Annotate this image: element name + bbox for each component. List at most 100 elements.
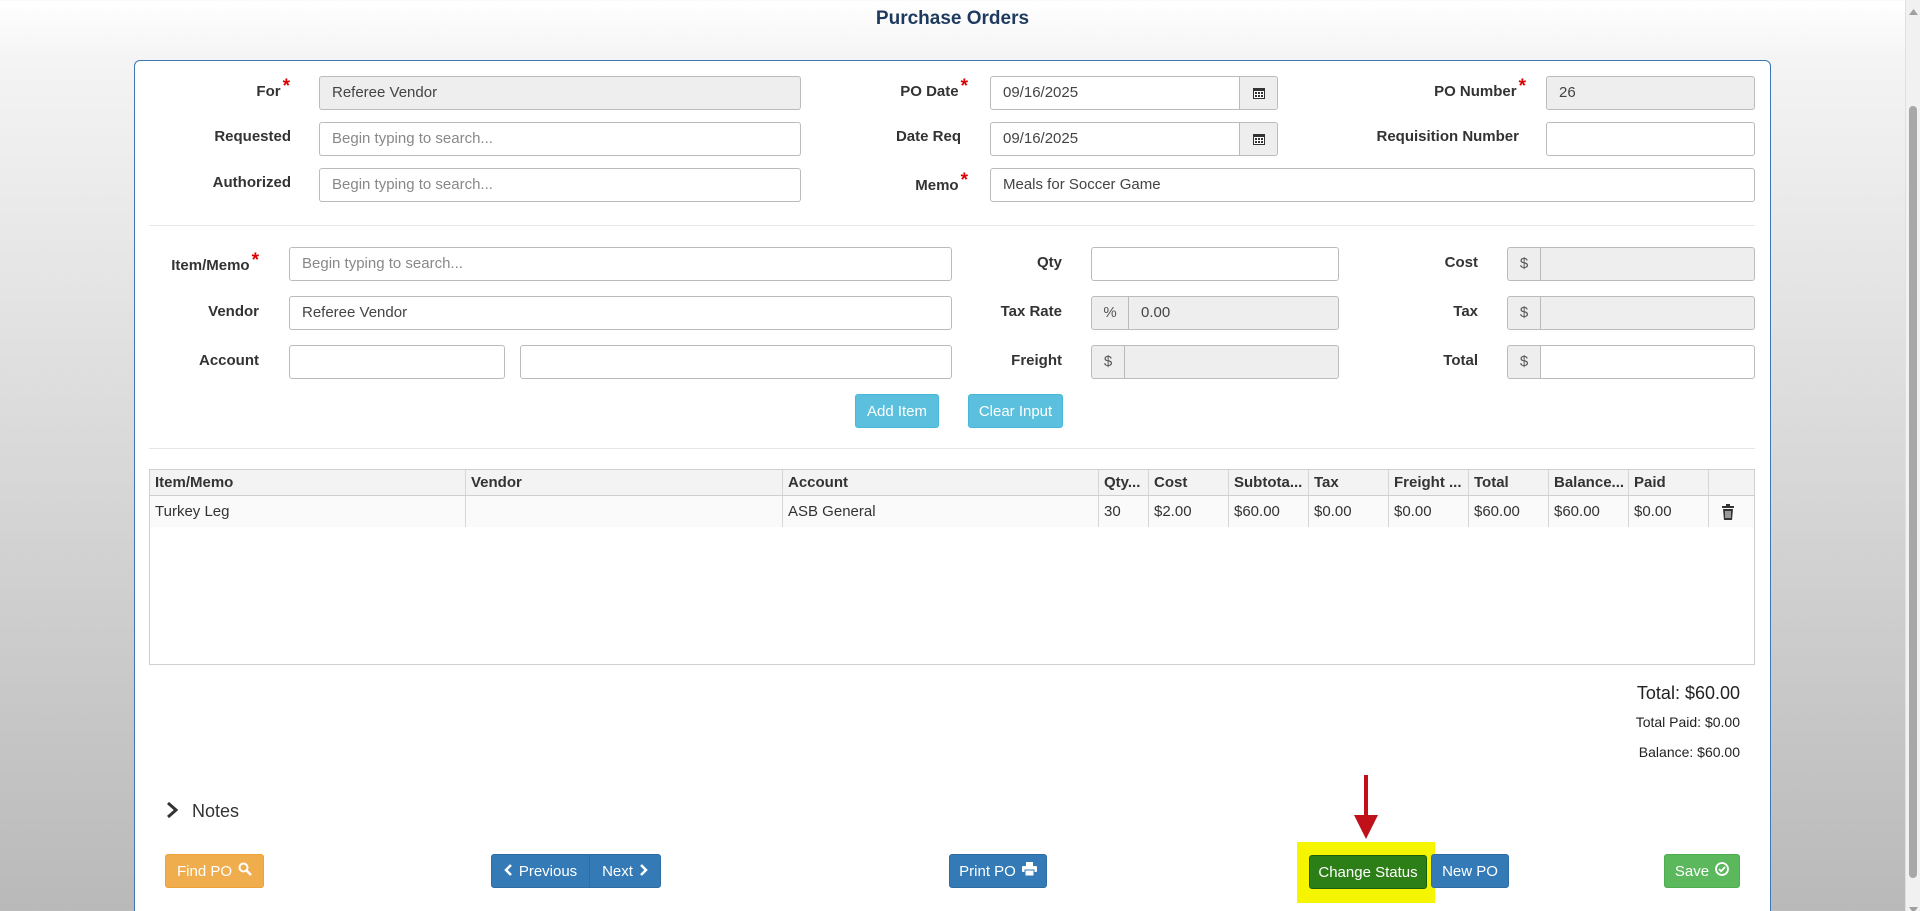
next-label: Next (602, 862, 633, 880)
print-po-button[interactable]: Print PO (949, 854, 1047, 888)
po-date-label: PO Date * (900, 76, 968, 100)
grid-header: Item/Memo Vendor Account Qty... Cost Sub… (150, 470, 1754, 496)
tax-input[interactable] (1540, 296, 1755, 330)
vertical-scrollbar[interactable] (1905, 0, 1920, 911)
requested-input[interactable]: Begin typing to search... (319, 122, 801, 156)
save-label: Save (1674, 862, 1710, 880)
scrollbar-thumb[interactable] (1909, 106, 1917, 878)
row-balance: $60.00 (1549, 496, 1629, 527)
required-star: * (251, 250, 259, 271)
items-grid: Item/Memo Vendor Account Qty... Cost Sub… (149, 469, 1755, 665)
item-memo-input[interactable]: Begin typing to search... (289, 247, 952, 281)
authorized-input[interactable]: Begin typing to search... (319, 168, 801, 202)
print-po-label: Print PO (959, 862, 1016, 880)
memo-input[interactable]: Meals for Soccer Game (990, 168, 1755, 202)
column-header[interactable]: Vendor (466, 470, 783, 495)
change-status-button[interactable]: Change Status (1309, 855, 1427, 889)
summary-balance: Balance: $60.00 (1638, 744, 1740, 760)
chevron-left-icon (504, 863, 513, 880)
dollar-addon: $ (1507, 247, 1541, 281)
for-field[interactable]: Referee Vendor (319, 76, 801, 110)
search-icon (238, 862, 252, 880)
page-title: Purchase Orders (875, 8, 1030, 29)
summary-total-paid: Total Paid: $0.00 (1635, 714, 1740, 730)
totals-summary: Total: $60.00 Total Paid: $0.00 Balance:… (1500, 680, 1740, 760)
column-header[interactable]: Freight ... (1389, 470, 1469, 495)
total-label: Total (1443, 352, 1478, 369)
row-total: $60.00 (1469, 496, 1549, 527)
requisition-number-input[interactable] (1546, 122, 1755, 156)
calendar-icon[interactable] (1239, 122, 1278, 156)
scroll-up-icon[interactable] (1909, 2, 1918, 19)
required-star: * (1518, 76, 1526, 97)
column-header (1709, 470, 1755, 495)
row-subtotal: $60.00 (1229, 496, 1309, 527)
find-po-label: Find PO (176, 862, 233, 880)
check-circle-icon (1715, 862, 1729, 880)
calendar-icon[interactable] (1239, 76, 1278, 110)
tax-rate-input[interactable]: 0.00 (1128, 296, 1339, 330)
notes-toggle[interactable]: Notes (166, 801, 239, 822)
new-po-button[interactable]: New PO (1431, 854, 1509, 888)
required-star: * (960, 76, 968, 97)
chevron-right-icon (639, 863, 648, 880)
row-cost: $2.00 (1149, 496, 1229, 527)
for-label: For * (256, 76, 290, 100)
percent-addon: % (1091, 296, 1129, 330)
date-req-input[interactable]: 09/16/2025 (990, 122, 1240, 156)
column-header[interactable]: Account (783, 470, 1099, 495)
add-item-button[interactable]: Add Item (855, 394, 939, 428)
dollar-addon: $ (1507, 296, 1541, 330)
row-paid: $0.00 (1629, 496, 1709, 527)
column-header[interactable]: Cost (1149, 470, 1229, 495)
account-label: Account (199, 352, 259, 369)
item-memo-label: Item/Memo * (171, 250, 259, 274)
qty-input[interactable] (1091, 247, 1339, 281)
tax-label: Tax (1453, 303, 1478, 320)
row-account: ASB General (783, 496, 1099, 527)
section-divider (149, 448, 1755, 449)
po-date-input[interactable]: 09/16/2025 (990, 76, 1240, 110)
requisition-number-label: Requisition Number (1376, 128, 1519, 145)
authorized-label: Authorized (212, 174, 291, 191)
column-header[interactable]: Total (1469, 470, 1549, 495)
find-po-button[interactable]: Find PO (165, 854, 264, 888)
trash-icon[interactable] (1709, 496, 1755, 527)
row-qty: 30 (1099, 496, 1149, 527)
clear-input-button[interactable]: Clear Input (968, 394, 1063, 428)
vendor-label: Vendor (208, 303, 259, 320)
po-number-field[interactable]: 26 (1546, 76, 1755, 110)
po-number-label: PO Number * (1434, 76, 1526, 100)
column-header[interactable]: Qty... (1099, 470, 1149, 495)
row-tax: $0.00 (1309, 496, 1389, 527)
requested-label: Requested (214, 128, 291, 145)
column-header[interactable]: Paid (1629, 470, 1709, 495)
column-header[interactable]: Item/Memo (150, 470, 466, 495)
memo-label: Memo * (915, 170, 968, 194)
chevron-right-icon (166, 801, 179, 822)
dollar-addon: $ (1507, 345, 1541, 379)
previous-button[interactable]: Previous (491, 854, 590, 888)
printer-icon (1021, 862, 1037, 880)
cost-label: Cost (1444, 254, 1478, 271)
row-item-memo: Turkey Leg (150, 496, 466, 527)
scroll-down-icon[interactable] (1909, 900, 1918, 911)
column-header[interactable]: Balance... (1549, 470, 1629, 495)
freight-input[interactable] (1124, 345, 1339, 379)
row-freight: $0.00 (1389, 496, 1469, 527)
dollar-addon: $ (1091, 345, 1125, 379)
tax-rate-label: Tax Rate (1000, 303, 1062, 320)
summary-total: Total: $60.00 (1636, 683, 1740, 703)
total-input[interactable] (1540, 345, 1755, 379)
vendor-input[interactable]: Referee Vendor (289, 296, 952, 330)
next-button[interactable]: Next (589, 854, 661, 888)
column-header[interactable]: Subtota... (1229, 470, 1309, 495)
save-button[interactable]: Save (1664, 854, 1740, 888)
account-name-input[interactable] (520, 345, 952, 379)
table-row[interactable]: Turkey Leg ASB General 30 $2.00 $60.00 $… (150, 496, 1754, 527)
cost-input[interactable] (1540, 247, 1755, 281)
required-star: * (282, 76, 290, 97)
column-header[interactable]: Tax (1309, 470, 1389, 495)
account-code-input[interactable] (289, 345, 505, 379)
notes-label: Notes (192, 801, 240, 821)
